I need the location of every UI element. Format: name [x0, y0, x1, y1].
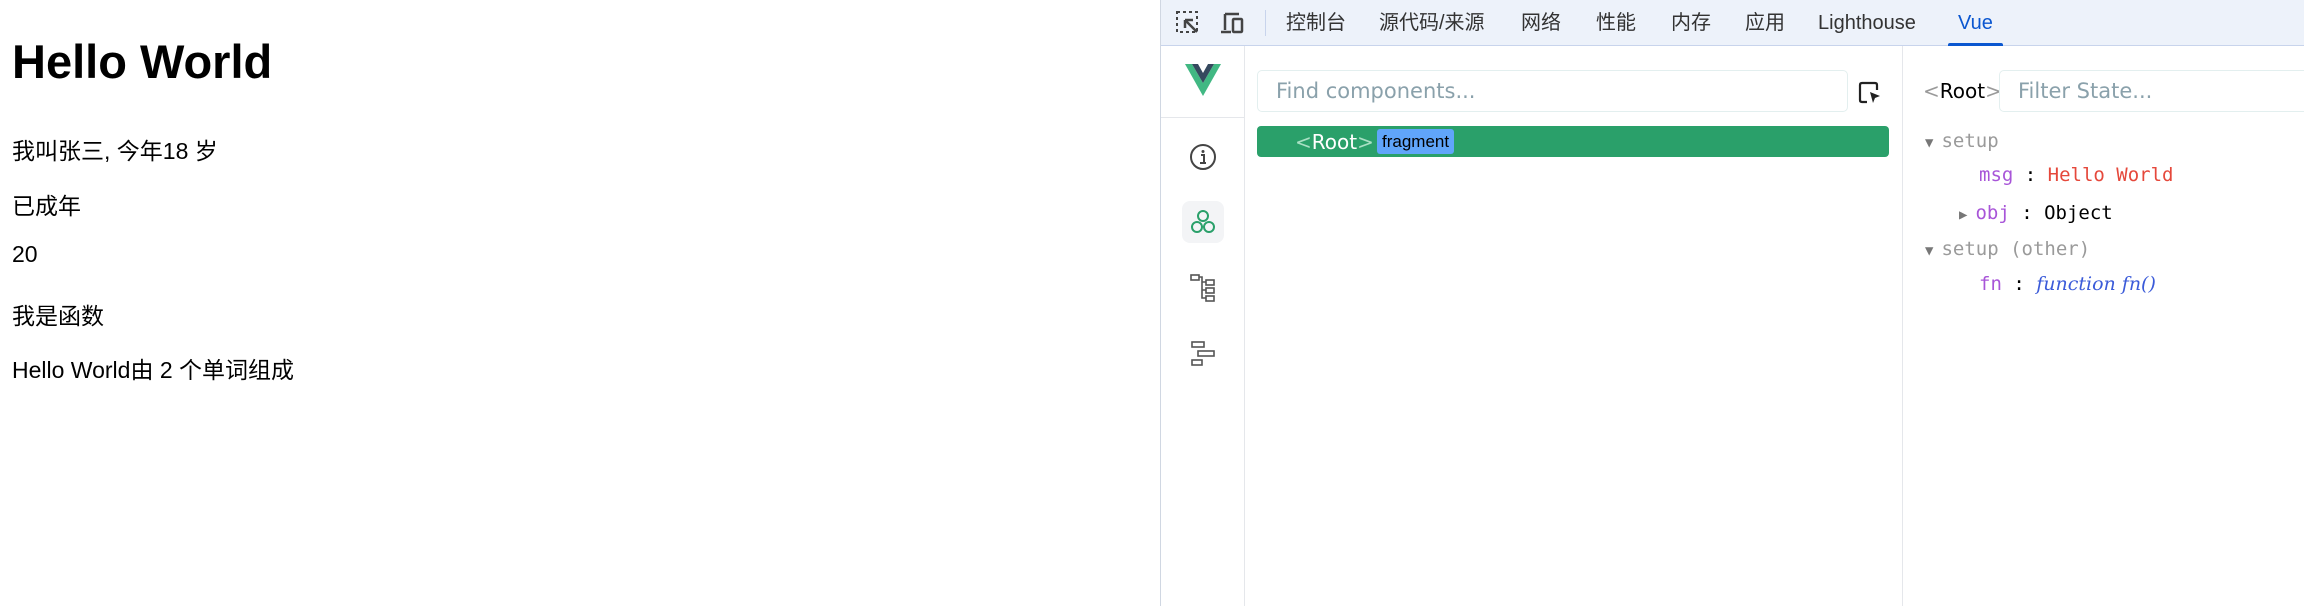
section-setup[interactable]: ▼ setup [1925, 130, 1999, 152]
inspect-element-icon[interactable] [1175, 10, 1201, 36]
text-line: 已成年 [12, 193, 81, 219]
component-tree-icon[interactable] [1182, 266, 1224, 308]
find-components-input[interactable]: Find components... [1257, 70, 1848, 112]
tab-vue[interactable]: Vue [1948, 0, 2003, 46]
devtools-tab-bar: 控制台 源代码/来源 网络 性能 内存 应用 Lighthouse Vue [1161, 0, 2304, 46]
select-component-icon[interactable] [1857, 80, 1883, 106]
fragment-badge: fragment [1377, 129, 1455, 154]
tab-memory[interactable]: 内存 [1671, 0, 1711, 46]
vue-logo-icon [1185, 64, 1221, 96]
divider [1265, 10, 1266, 36]
expanded-triangle-icon: ▼ [1925, 135, 1934, 151]
tab-application[interactable]: 应用 [1745, 0, 1785, 46]
text-line: 我是函数 [12, 303, 104, 329]
filter-state-input[interactable]: Filter State... [1999, 70, 2304, 112]
selected-component-name: <Root> [1923, 79, 2002, 103]
section-setup-other[interactable]: ▼ setup (other) [1925, 238, 2090, 260]
tab-sources[interactable]: 源代码/来源 [1379, 0, 1485, 46]
tab-network[interactable]: 网络 [1521, 0, 1561, 46]
collapsed-triangle-icon: ▶ [1959, 207, 1968, 223]
tab-performance[interactable]: 性能 [1596, 0, 1636, 46]
components-panel: Find components... <Root> fragment [1245, 46, 1903, 606]
timeline-icon[interactable] [1182, 332, 1224, 374]
component-tree-root[interactable]: <Root> fragment [1257, 126, 1889, 157]
devtools-panel: 控制台 源代码/来源 网络 性能 内存 应用 Lighthouse Vue Fi… [1160, 0, 2304, 606]
tab-lighthouse[interactable]: Lighthouse [1818, 0, 1916, 46]
device-toolbar-icon[interactable] [1219, 10, 1245, 36]
text-line: 我叫张三, 今年18 岁 [12, 138, 218, 164]
root-component-name: <Root> [1295, 130, 1374, 154]
rendered-page: Hello World 我叫张三, 今年18 岁 已成年 20 我是函数 Hel… [0, 0, 1160, 606]
components-icon[interactable] [1182, 201, 1224, 243]
text-line: 20 [12, 241, 38, 267]
vue-sidebar [1161, 46, 1245, 606]
info-icon[interactable] [1182, 136, 1224, 178]
vue-logo [1161, 46, 1245, 118]
state-item-msg: msg : Hello World [1979, 164, 2174, 186]
text-line: Hello World由 2 个单词组成 [12, 357, 295, 383]
state-item-obj[interactable]: ▶ obj : Object [1959, 202, 2113, 224]
state-inspector: <Root> Filter State... ▼ setup msg : Hell… [1903, 46, 2304, 606]
tab-console[interactable]: 控制台 [1286, 0, 1346, 46]
state-item-fn: fn : function fn() [1979, 273, 2156, 295]
page-heading: Hello World [12, 35, 273, 88]
expanded-triangle-icon: ▼ [1925, 243, 1934, 259]
